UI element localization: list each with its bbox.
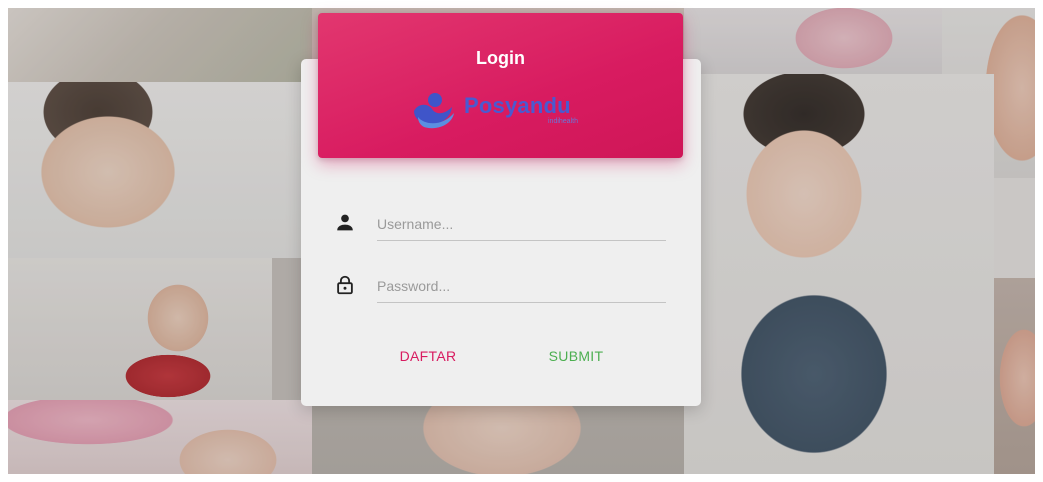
logo-subtext: indihealth (548, 118, 578, 125)
posyandu-logo-icon (414, 93, 454, 129)
lock-icon (337, 275, 353, 295)
submit-button[interactable]: SUBMIT (534, 340, 618, 372)
username-field (330, 208, 666, 244)
logo-wordmark: Posyandu (464, 93, 571, 118)
login-card-header: Login Posyandu indihealth (318, 13, 683, 158)
person-icon (337, 214, 353, 231)
username-input[interactable] (377, 208, 666, 241)
posyandu-logo: Posyandu indihealth (408, 91, 593, 133)
password-field (330, 270, 666, 306)
daftar-button[interactable]: DAFTAR (386, 340, 470, 372)
password-input[interactable] (377, 270, 666, 303)
login-title: Login (476, 48, 525, 68)
